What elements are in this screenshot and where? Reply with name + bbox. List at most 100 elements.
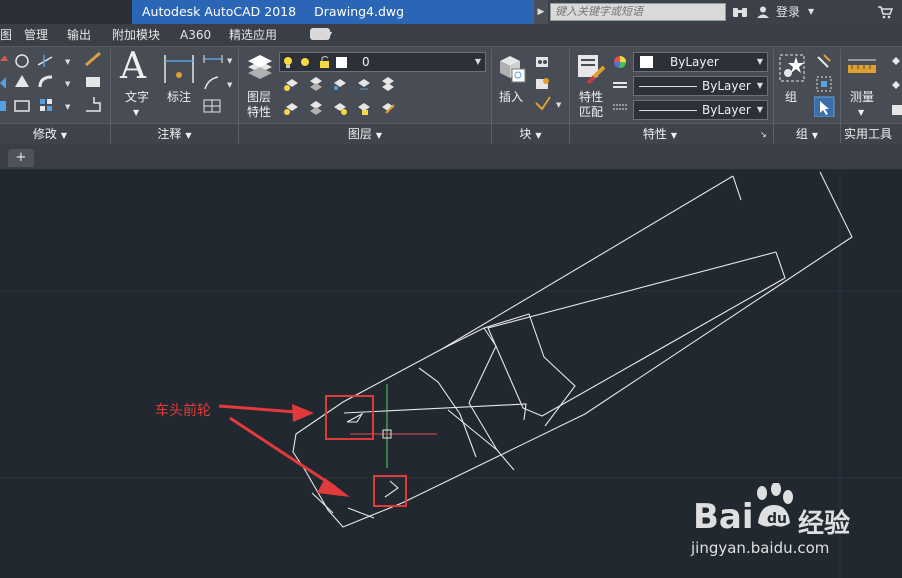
layer-dropdown[interactable]: 0 ▼ (279, 52, 486, 72)
chevron-down-icon: ▼ (756, 105, 763, 114)
group-label[interactable]: 组 (785, 90, 797, 105)
user-icon[interactable] (756, 0, 770, 24)
linetype-value: ByLayer (702, 79, 751, 93)
panel-title-utilities[interactable]: 实用工具 (838, 124, 902, 144)
chevron-down-icon[interactable]: ▼ (858, 105, 864, 120)
annotation-small-tools-icons[interactable]: ▼ ▼ (202, 53, 234, 113)
utilities-small-tools-icons[interactable] (890, 55, 902, 119)
panel-title-groups[interactable]: 组 ▼ (774, 124, 840, 144)
color-swatch (640, 56, 653, 68)
title-right-area: ▶ 键入关键字或短语 登录 ▼ (534, 0, 902, 24)
annotation-box-upper (325, 395, 374, 440)
group-small-tools-icons[interactable] (814, 53, 836, 117)
tab-partial[interactable]: 图 (0, 24, 12, 46)
layer-properties-label-1[interactable]: 图层 (247, 90, 271, 105)
panel-title-properties-text: 特性 (642, 127, 667, 141)
panel-title-block-text: 块 (519, 127, 532, 141)
tab-manage[interactable]: 管理 (24, 24, 48, 46)
arrow-upper-head (292, 404, 314, 422)
match-properties-label-1[interactable]: 特性 (579, 90, 603, 105)
document-title: Drawing4.dwg (314, 4, 405, 19)
new-tab-button[interactable]: + (8, 149, 34, 167)
chevron-down-icon[interactable]: ▼ (808, 0, 814, 24)
tab-addins[interactable]: 附加模块 (112, 24, 160, 46)
arrow-lower-shaft (229, 416, 336, 489)
car-inner-line (311, 492, 334, 514)
tab-featured-apps[interactable]: 精选应用 (229, 24, 277, 46)
layer-dropdown-value: 0 (362, 55, 370, 69)
tab-output[interactable]: 输出 (67, 24, 91, 46)
arrow-upper-shaft (218, 404, 297, 414)
lineweight-preview (639, 110, 697, 111)
panel-title-modify[interactable]: 修改 ▼ (0, 124, 100, 144)
insert-block-icon[interactable] (496, 53, 528, 85)
car-inner-line (468, 327, 498, 451)
expand-arrow-icon[interactable]: ▶ (534, 0, 548, 24)
layer-state-icons (284, 56, 347, 68)
chevron-down-icon: ▼ (474, 57, 481, 66)
binoculars-icon[interactable] (732, 0, 748, 24)
properties-launcher-icon[interactable]: ↘ (760, 127, 767, 142)
lineweight-dropdown[interactable]: ByLayer ▼ (633, 100, 768, 120)
measure-label[interactable]: 测量 (850, 90, 874, 105)
file-tab-strip: + (0, 144, 902, 170)
panel-title-groups-text: 组 (795, 127, 808, 141)
color-dropdown[interactable]: ByLayer ▼ (633, 52, 768, 72)
svg-text:▼: ▼ (227, 81, 233, 89)
measure-icon[interactable] (846, 57, 878, 81)
search-input[interactable]: 键入关键字或短语 (550, 3, 726, 21)
ribbon-tabs: 图 管理 输出 附加模块 A360 精选应用 ▼ (0, 24, 902, 46)
front-wheel-marker-lower (384, 480, 399, 498)
block-small-tools-icons[interactable]: ▼ (534, 55, 564, 117)
linetype-preview (639, 86, 697, 87)
annotation-box-lower (373, 475, 407, 507)
insert-label[interactable]: 插入 (499, 90, 523, 105)
panel-title-block[interactable]: 块 ▼ (492, 124, 569, 144)
car-inner-line (447, 409, 515, 471)
annotation-arrows (218, 404, 350, 497)
car-inner-line (343, 403, 527, 421)
svg-text:▼: ▼ (65, 80, 71, 88)
text-tool-label[interactable]: 文字 (125, 90, 149, 105)
lineweight-value: ByLayer (702, 103, 751, 117)
property-type-icons (613, 56, 627, 110)
linetype-dropdown[interactable]: ByLayer ▼ (633, 76, 768, 96)
ribbon: ▼ ▼ ▼ A 文字 ▼ 标注 ▼ ▼ 图层 特性 0 ▼ 插入 ▼ 特性 匹配… (0, 46, 902, 145)
panel-title-properties[interactable]: 特性 ▼ (570, 124, 750, 144)
panel-title-layers-text: 图层 (347, 127, 372, 141)
layer-tools-icons[interactable] (282, 75, 402, 121)
annotation-label: 车头前轮 (155, 403, 211, 419)
panel-title-annotation[interactable]: 注释 ▼ (111, 124, 238, 144)
panel-title-utilities-text: 实用工具 (844, 127, 893, 141)
app-title: Autodesk AutoCAD 2018 (142, 4, 297, 19)
chevron-down-icon: ▼ (756, 57, 763, 66)
modify-tools-icons[interactable]: ▼ ▼ ▼ (0, 51, 108, 121)
dimension-icon[interactable] (163, 53, 195, 85)
chevron-down-icon[interactable]: ▼ (326, 24, 332, 46)
car-drawing (292, 171, 853, 528)
title-bar: Autodesk AutoCAD 2018 Drawing4.dwg ▶ 键入关… (0, 0, 902, 24)
arrow-lower-head (317, 478, 350, 497)
car-window-frame (487, 251, 786, 417)
text-tool-icon[interactable]: A (120, 47, 146, 87)
tab-a360[interactable]: A360 (180, 24, 211, 46)
match-properties-icon[interactable] (576, 53, 608, 85)
match-properties-label-2[interactable]: 匹配 (579, 105, 603, 120)
layer-properties-icon[interactable] (246, 53, 276, 83)
front-wheel-marker-upper (346, 412, 364, 423)
svg-text:▼: ▼ (227, 57, 233, 65)
cart-icon[interactable] (877, 0, 894, 24)
car-inner-line (418, 367, 477, 458)
layer-properties-label-2[interactable]: 特性 (247, 105, 271, 120)
panel-title-layers[interactable]: 图层 ▼ (239, 124, 491, 144)
panel-title-modify-text: 修改 (32, 127, 57, 141)
chevron-down-icon[interactable]: ▼ (133, 105, 139, 120)
chevron-down-icon: ▼ (756, 81, 763, 90)
drawing-canvas[interactable] (0, 170, 902, 578)
car-contour-notch (732, 175, 742, 201)
group-icon[interactable] (778, 53, 808, 85)
svg-text:▼: ▼ (65, 58, 71, 66)
login-button[interactable]: 登录 (776, 0, 800, 24)
dimension-label[interactable]: 标注 (167, 90, 191, 105)
car-inner-line (347, 507, 375, 519)
